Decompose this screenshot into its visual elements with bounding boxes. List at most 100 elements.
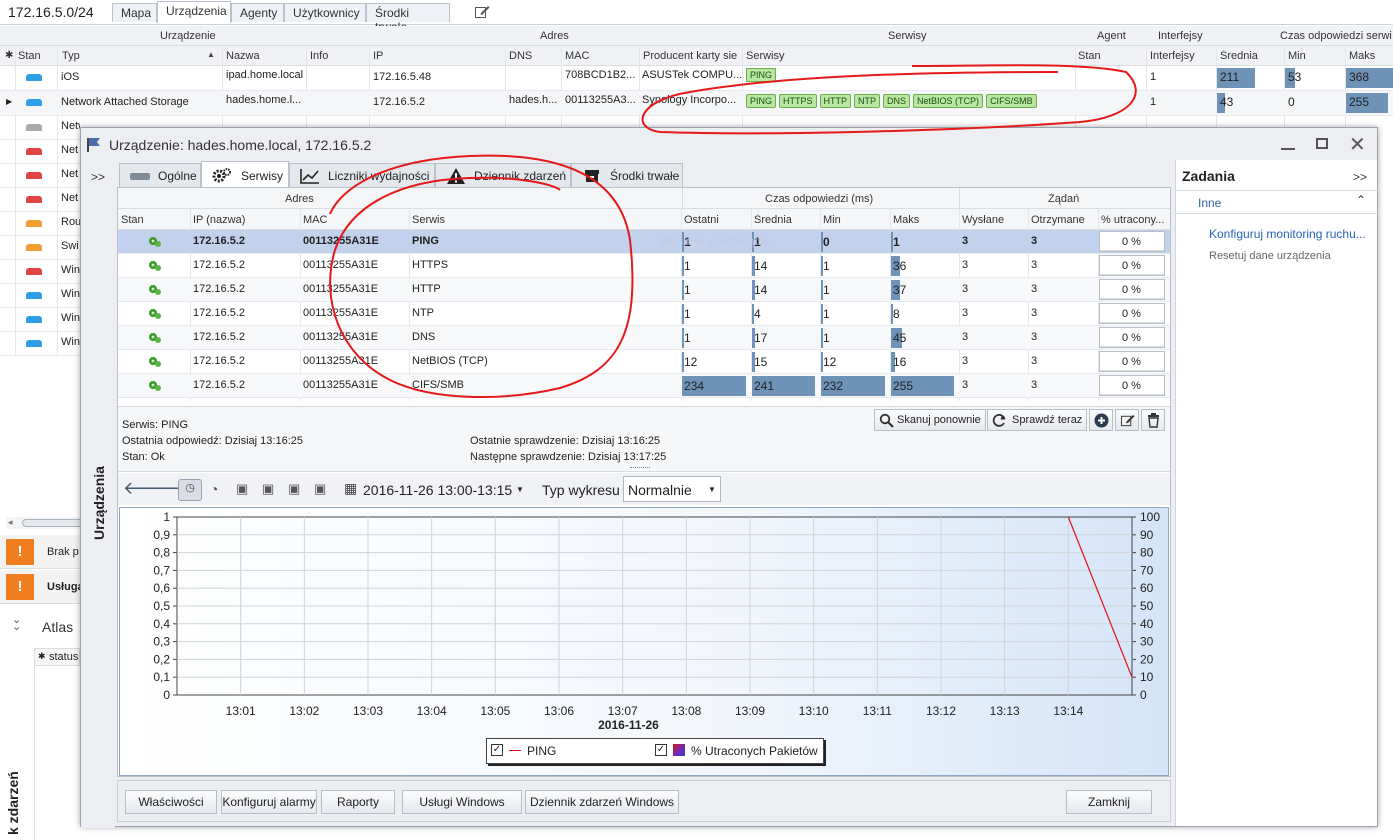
maximize-icon[interactable] <box>1316 138 1328 149</box>
legend-ping-swatch <box>509 750 521 751</box>
service-row[interactable]: 172.16.5.2 00113255A31E DNS 1 17 1 45 3 3 0 % <box>118 326 1170 350</box>
y-left-tick-label: 0,7 <box>153 563 170 577</box>
cell-last: 1 <box>684 283 691 297</box>
table-row[interactable]: iOS ipad.home.local 172.16.5.48 708BCD1B… <box>0 66 1393 91</box>
table-row[interactable]: Win <box>0 332 80 356</box>
services-grid: Adres Czas odpowiedzi (ms) Żądań Stan IP… <box>118 188 1170 402</box>
close-button[interactable]: Zamknij <box>1066 790 1152 814</box>
reports-button[interactable]: Raporty <box>321 790 395 814</box>
table-row[interactable]: Net <box>0 188 80 212</box>
table-row[interactable]: Net <box>0 164 80 188</box>
calendar-year-icon[interactable]: ▣ <box>314 481 326 497</box>
splitter-grip[interactable] <box>630 467 650 469</box>
add-service-button[interactable] <box>1089 409 1113 431</box>
legend-ping: PING <box>527 744 557 758</box>
tab-urzadzenia[interactable]: Urządzenia <box>157 1 231 23</box>
chevron-down-icon[interactable]: ▼ <box>516 485 524 494</box>
device-icon <box>26 268 42 275</box>
delete-service-button[interactable] <box>1141 409 1165 431</box>
cell-max: 255 <box>1349 95 1370 109</box>
legend-checkbox[interactable]: ✓ <box>491 744 503 756</box>
tab-ogolne[interactable]: Ogólne <box>119 163 201 187</box>
table-row[interactable]: Network Device <box>0 116 80 140</box>
range-15m-icon[interactable]: ◷ <box>178 479 202 501</box>
service-pill[interactable]: NetBIOS (TCP) <box>913 94 984 108</box>
service-pill[interactable]: HTTP <box>819 94 852 108</box>
horizontal-scrollbar[interactable]: ◂ <box>6 517 84 529</box>
tab-mapa[interactable]: Mapa <box>112 3 157 22</box>
cell-ip: 172.16.5.2 <box>373 96 425 108</box>
task-reset-data[interactable]: Resetuj dane urządzenia <box>1209 250 1331 262</box>
legend-checkbox[interactable]: ✓ <box>655 744 667 756</box>
cell-lost: 0 % <box>1122 308 1141 320</box>
scroll-left-icon[interactable]: ◂ <box>8 517 13 528</box>
service-pill[interactable]: PING <box>746 94 777 108</box>
calendar-day-icon[interactable]: ▣ <box>236 481 248 497</box>
services-panel: Adres Czas odpowiedzi (ms) Żądań Stan IP… <box>117 187 1171 777</box>
tab-dziennik[interactable]: Dziennik zdarzeń <box>435 163 571 187</box>
alert-text: Usługa <box>47 581 84 593</box>
minimize-icon[interactable] <box>1281 136 1295 150</box>
chevron-up-icon[interactable]: ⌃ <box>1356 193 1366 207</box>
rescan-button[interactable]: Skanuj ponownie <box>874 409 986 431</box>
table-row[interactable]: ▶ Network Attached Storage hades.home.l.… <box>0 91 1393 116</box>
service-pill[interactable]: HTTPS <box>779 94 817 108</box>
cell-recv: 3 <box>1031 355 1038 367</box>
check-now-button[interactable]: Sprawdź teraz <box>987 409 1087 431</box>
service-row[interactable]: 172.16.5.2 00113255A31E NTP 1 4 1 8 3 3 0 % <box>118 302 1170 326</box>
calendar-icon: ▦ <box>344 480 358 496</box>
cell-vendor: Synology Incorpo... <box>642 94 737 106</box>
windows-eventlog-button[interactable]: Dziennik zdarzeń Windows <box>525 790 679 814</box>
y-left-tick-label: 0,9 <box>153 528 170 542</box>
alert-row[interactable]: ! Brak p <box>0 535 80 569</box>
range-dropdown[interactable]: 2016-11-26 13:00-13:15 <box>363 482 512 498</box>
windows-services-button[interactable]: Usługi Windows <box>402 790 522 814</box>
table-row[interactable]: Swi <box>0 236 80 260</box>
edit-service-button[interactable] <box>1115 409 1139 431</box>
calendar-month-icon[interactable]: ▣ <box>288 481 300 497</box>
tab-srodki-trwale[interactable]: Środki trwałe <box>366 3 450 34</box>
alert-row[interactable]: ! Usługa <box>0 570 84 604</box>
calendar-week-icon[interactable]: ▣ <box>262 481 274 497</box>
close-icon[interactable]: ✕ <box>1349 132 1366 157</box>
device-icon <box>26 340 42 347</box>
table-row[interactable]: Rou <box>0 212 80 236</box>
properties-button[interactable]: Właściwości <box>125 790 217 814</box>
service-row[interactable]: 172.16.5.2 00113255A31E CIFS/SMB 234 241 232 2… <box>118 374 1170 398</box>
service-row[interactable]: 172.16.5.2 00113255A31E PING 1 1 0 1 3 3 0 % <box>118 230 1170 254</box>
service-pill[interactable]: CIFS/SMB <box>986 94 1037 108</box>
left-rows: Network Device Net Net Net Rou Swi Win W… <box>0 116 80 356</box>
tab-serwisy[interactable]: Serwisy <box>201 161 289 188</box>
x-tick-label: 13:08 <box>671 704 701 718</box>
tasks-section-header[interactable]: Inne ⌃ <box>1176 190 1378 214</box>
table-row[interactable]: Win <box>0 260 80 284</box>
cell-service: DNS <box>412 331 436 343</box>
tab-liczniki[interactable]: Liczniki wydajności <box>289 163 435 187</box>
chart-type-select[interactable]: Normalnie ▼ <box>623 476 721 502</box>
table-row[interactable]: Win <box>0 284 80 308</box>
configure-alarms-button[interactable]: Konfiguruj alarmy <box>221 790 317 814</box>
tab-agenty[interactable]: Agenty <box>231 3 284 22</box>
table-row[interactable]: Win <box>0 308 80 332</box>
expand-left-icon[interactable]: >> <box>91 170 105 184</box>
service-row[interactable]: 172.16.5.2 00113255A31E HTTP 1 14 1 37 3 3 0 % <box>118 278 1170 302</box>
range-hour-icon[interactable]: ◔ <box>210 481 218 497</box>
tab-uzytkownicy[interactable]: Użytkownicy <box>284 3 366 22</box>
service-row[interactable]: 172.16.5.2 00113255A31E NetBIOS (TCP) 12 15 1… <box>118 350 1170 374</box>
dialog-titlebar[interactable]: Urządzenie: hades.home.local, 172.16.5.2… <box>81 128 1377 160</box>
table-row[interactable]: Net <box>0 140 80 164</box>
section-label: Inne <box>1198 196 1222 210</box>
task-configure-monitoring[interactable]: Konfiguruj monitoring ruchu... <box>1209 227 1377 241</box>
tab-label: Środki trwałe <box>610 169 680 183</box>
service-pill[interactable]: NTP <box>854 94 881 108</box>
cell-service: NetBIOS (TCP) <box>412 355 488 367</box>
service-row[interactable]: 172.16.5.2 00113255A31E HTTPS 1 14 1 36 3 3 0 % <box>118 254 1170 278</box>
edit-icon[interactable] <box>474 4 490 20</box>
service-pill[interactable]: PING <box>746 68 777 82</box>
expand-right-icon[interactable]: >> <box>1353 170 1367 184</box>
tab-srodki[interactable]: Środki trwałe <box>571 163 683 187</box>
y-right-tick-label: 10 <box>1140 670 1154 684</box>
service-pill[interactable]: DNS <box>883 94 911 108</box>
collapse-icon[interactable]: ⌄ ⌄ <box>12 615 21 633</box>
scroll-thumb[interactable] <box>22 519 84 527</box>
